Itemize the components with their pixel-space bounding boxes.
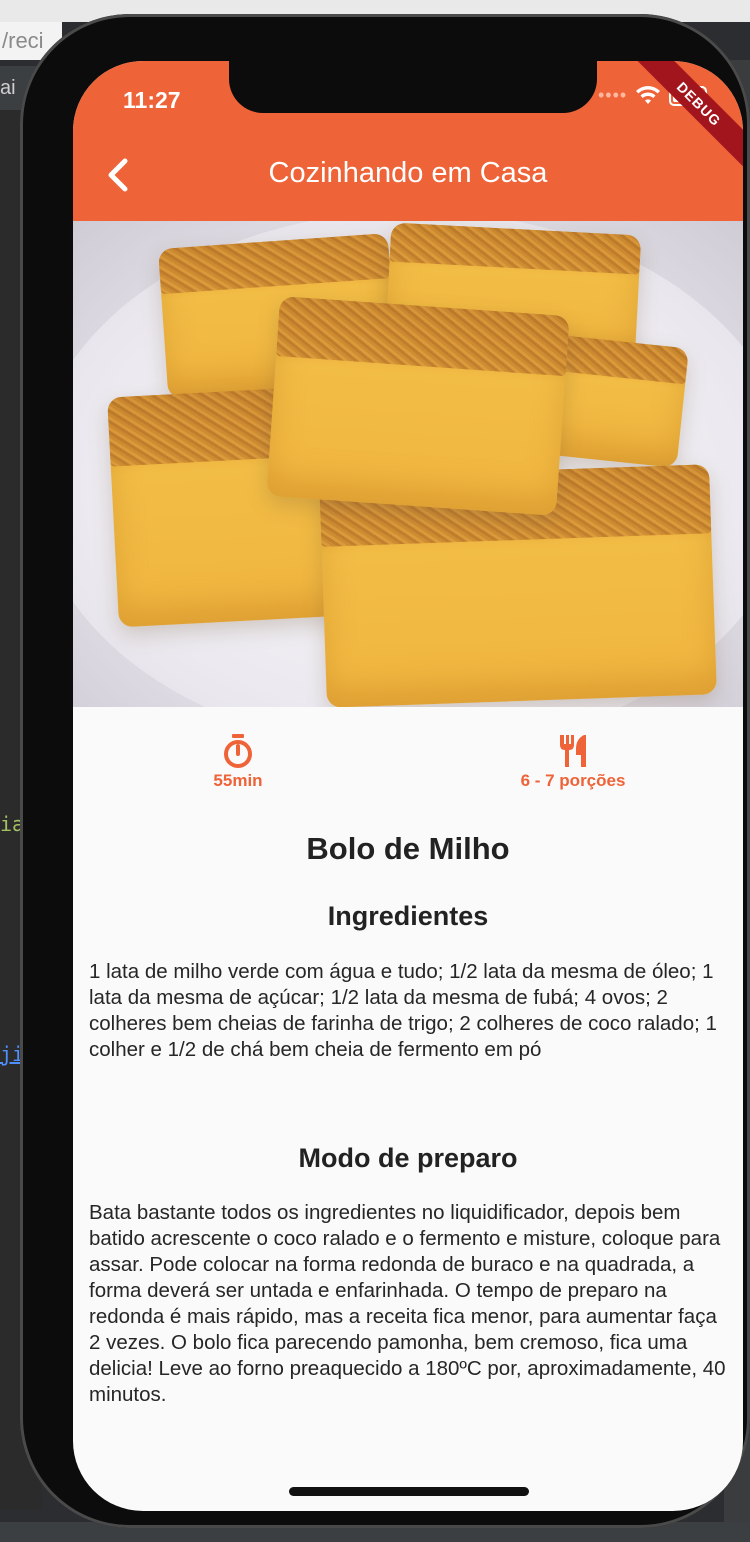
status-time: 11:27 bbox=[123, 87, 181, 113]
recipe-image bbox=[73, 221, 743, 707]
ingredients-heading: Ingredientes bbox=[327, 901, 489, 931]
signal-icon: •••• bbox=[598, 85, 628, 105]
restaurant-icon bbox=[560, 735, 586, 767]
timer-icon bbox=[224, 734, 252, 768]
recipe-title: Bolo de Milho bbox=[306, 831, 510, 866]
ingredients-text: 1 lata de milho verde com água e tudo; 1… bbox=[89, 960, 717, 1061]
app-bar-title: Cozinhando em Casa bbox=[268, 157, 548, 189]
servings-label: 6 - 7 porções bbox=[520, 771, 626, 790]
prep-time: 55min bbox=[173, 733, 303, 791]
phone-frame: 11:27 •••• DEBUG Cozinhando em Casa 55mi… bbox=[20, 14, 750, 1528]
app-screen: 11:27 •••• DEBUG Cozinhando em Casa 55mi… bbox=[73, 61, 743, 1511]
prep-time-label: 55min bbox=[213, 771, 263, 790]
debug-banner: DEBUG bbox=[633, 61, 743, 170]
cake-piece bbox=[266, 296, 570, 516]
app-bar: 11:27 •••• DEBUG Cozinhando em Casa bbox=[73, 61, 743, 221]
wifi-icon bbox=[636, 85, 661, 104]
preparation-text: Bata bastante todos os ingredientes no l… bbox=[89, 1201, 726, 1406]
home-indicator[interactable] bbox=[289, 1487, 529, 1496]
servings: 6 - 7 porções bbox=[493, 733, 653, 791]
preparation-heading: Modo de preparo bbox=[298, 1143, 518, 1173]
device-notch bbox=[229, 61, 597, 113]
